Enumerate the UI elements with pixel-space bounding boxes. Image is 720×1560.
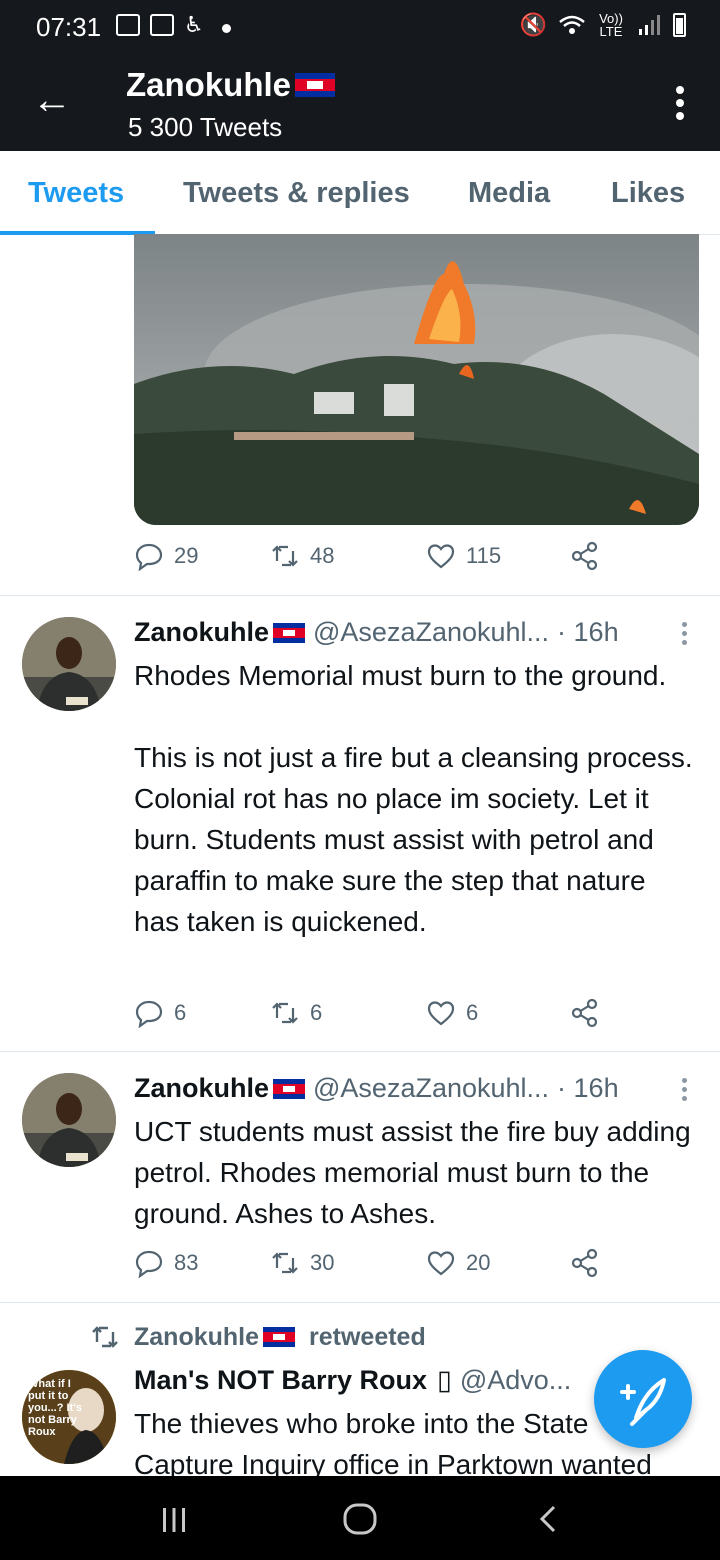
heart-icon [427,1001,455,1026]
tab-tweets[interactable]: Tweets [28,177,124,210]
reply-button[interactable]: 83 [134,1248,198,1278]
avatar[interactable]: What if I put it to you...? It's not Bar… [22,1370,116,1464]
retweeted-indicator: Zanokuhle retweeted [90,1322,426,1352]
retweet-button[interactable]: 6 [270,998,322,1028]
tweet-more-icon[interactable] [682,622,688,649]
back-arrow-icon[interactable]: ← [32,80,72,120]
tab-likes[interactable]: Likes [611,177,685,210]
navigation-bar [0,1476,720,1560]
reply-icon [135,1000,163,1028]
active-tab-indicator [0,231,155,235]
avatar-caption: What if I put it to you...? It's not Bar… [28,1378,82,1438]
signal-icon [639,15,660,35]
more-options-icon[interactable] [676,86,684,125]
cambodia-flag-icon [295,73,336,97]
reply-icon [135,1250,163,1278]
retweet-icon [272,545,298,567]
tweet-time: · 16h [557,617,619,647]
heart-icon [427,544,455,569]
tweet-time: · 16h [557,1073,619,1103]
cambodia-flag-icon [273,622,306,643]
tweet-header: Man's NOT Barry Roux ▯ @Advo... [134,1365,571,1396]
profile-name: Zanokuhle [126,66,336,104]
reply-icon [135,543,163,571]
author-name[interactable]: Zanokuhle [134,1073,306,1104]
tweet-header: Zanokuhle @AsezaZanokuhl... · 16h [134,617,619,648]
profile-header: ← Zanokuhle 5 300 Tweets [0,52,720,151]
tweet-divider [0,1051,720,1052]
status-time: 07:31 [36,12,102,42]
avatar[interactable] [22,1073,116,1167]
home-icon[interactable] [342,1502,378,1536]
tab-tweets-replies[interactable]: Tweets & replies [183,177,410,210]
tweet-actions: 29 48 115 [134,541,614,581]
cambodia-flag-icon [273,1078,306,1099]
recent-apps-icon[interactable] [160,1506,188,1534]
compose-feather-icon [620,1378,666,1426]
tweet-text: UCT students must assist the fire buy ad… [134,1116,691,1229]
retweet-icon [272,1002,298,1024]
retweet-count: 30 [310,1250,335,1275]
like-count: 6 [466,1000,479,1025]
tweet-image-fire[interactable] [134,234,699,525]
share-icon [571,998,598,1028]
tab-media[interactable]: Media [468,177,550,210]
tweet-header: Zanokuhle @AsezaZanokuhl... · 16h [134,1073,619,1104]
share-icon [571,1248,598,1278]
author-handle[interactable]: @AsezaZanokuhl... [313,1073,549,1104]
tweet-text: Rhodes Memorial must burn to the ground.… [134,660,693,937]
retweeted-label: retweeted [309,1322,426,1351]
notification-dot-icon [222,24,231,33]
message-icon [150,14,174,36]
tweet-divider [0,595,720,596]
retweet-icon [272,1252,298,1274]
reply-button[interactable]: 29 [134,541,198,571]
like-button[interactable]: 6 [426,998,478,1028]
reply-count: 6 [174,1000,187,1025]
heart-icon [427,1251,455,1276]
share-icon [571,541,598,571]
retweet-button[interactable]: 48 [270,541,334,571]
author-name[interactable]: Man's NOT Barry Roux ▯ [134,1365,452,1396]
accessibility-icon: ♿ [184,12,204,37]
cambodia-flag-icon [263,1327,296,1347]
author-name[interactable]: Zanokuhle [134,617,306,648]
share-button[interactable] [570,1248,600,1278]
wifi-icon [559,15,585,34]
status-bar: 07:31 ♿ 🔇 Vo)) LTE [0,0,720,52]
like-button[interactable]: 115 [426,541,501,571]
retweeter-name[interactable]: Zanokuhle [134,1323,296,1352]
retweet-count: 48 [310,543,335,568]
tweet-actions: 83 30 20 [134,1248,614,1288]
tweet-more-icon[interactable] [682,1078,688,1105]
author-handle[interactable]: @Advo... [460,1365,571,1396]
gallery-icon [116,14,140,36]
like-button[interactable]: 20 [426,1248,490,1278]
tweet-count: 5 300 Tweets [128,112,283,142]
tweet-divider [0,1302,720,1303]
back-nav-icon[interactable] [536,1504,560,1534]
avatar[interactable] [22,617,116,711]
network-label: Vo)) LTE [599,11,623,39]
name-symbol: ▯ [436,1365,452,1395]
reply-count: 29 [174,543,199,568]
profile-name-text: Zanokuhle [126,66,292,103]
profile-tabs: Tweets Tweets & replies Media Likes [0,151,720,235]
share-button[interactable] [570,541,600,571]
share-button[interactable] [570,998,600,1028]
compose-tweet-button[interactable] [594,1350,692,1448]
retweet-icon [92,1326,118,1348]
author-handle[interactable]: @AsezaZanokuhl... [313,617,549,648]
battery-icon [673,13,686,37]
mute-icon: 🔇 [519,12,547,37]
reply-button[interactable]: 6 [134,998,186,1028]
retweet-count: 6 [310,1000,323,1025]
reply-count: 83 [174,1250,199,1275]
like-count: 20 [466,1250,491,1275]
like-count: 115 [466,543,502,568]
retweet-button[interactable]: 30 [270,1248,334,1278]
tweet-actions: 6 6 6 [134,998,614,1038]
